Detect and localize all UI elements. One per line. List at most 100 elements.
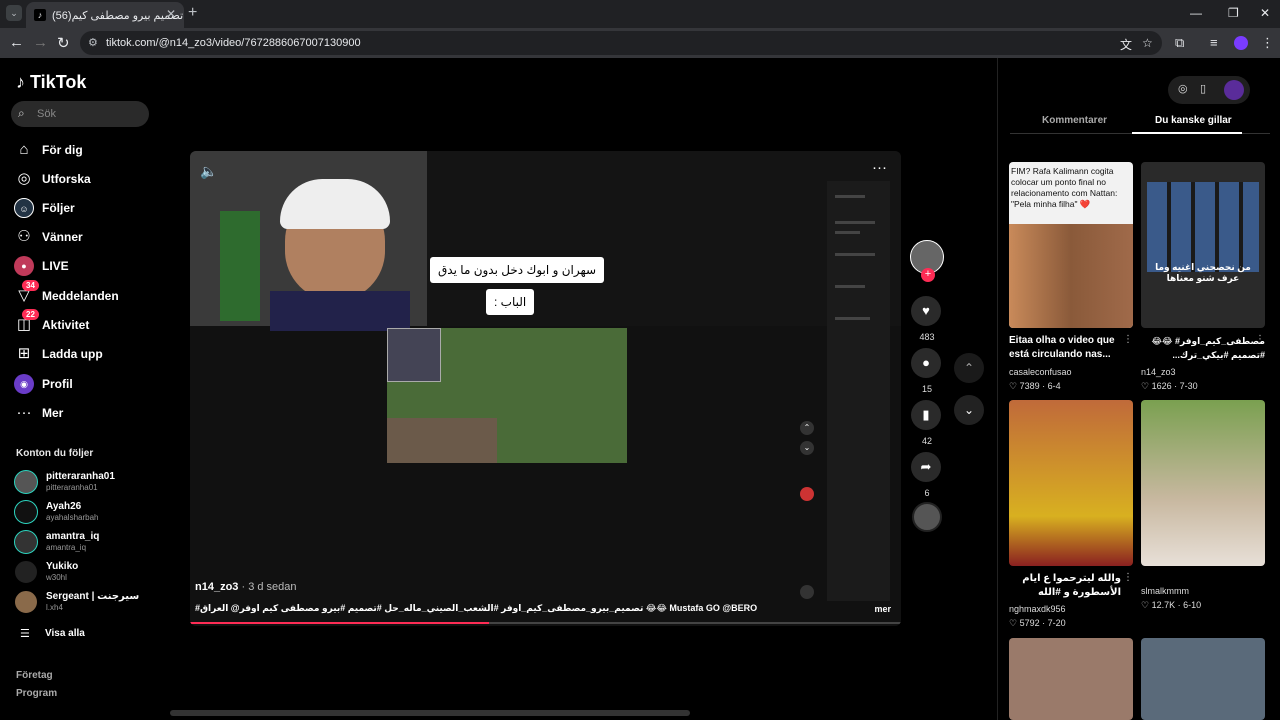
- right-panel: ◎ ▯ Kommentarer Du kanske gillar FIM? Ra…: [997, 58, 1280, 720]
- more-options-icon[interactable]: ···: [872, 159, 887, 176]
- music-disc-icon[interactable]: [912, 502, 942, 532]
- nav-profile[interactable]: ◉ Profil: [14, 372, 164, 396]
- card-user[interactable]: n14_zo3: [1141, 367, 1176, 377]
- translate-icon[interactable]: 文: [1120, 36, 1132, 53]
- nav-live[interactable]: ● LIVE: [14, 254, 164, 278]
- friends-icon: ⚇: [17, 228, 31, 245]
- description-more-button[interactable]: mer: [874, 604, 891, 614]
- account-handle: l.xh4: [46, 603, 63, 612]
- video-author[interactable]: n14_zo3 · 3 d sedan: [195, 581, 297, 593]
- chrome-menu-icon[interactable]: ⋮: [1261, 35, 1274, 51]
- nav-activity[interactable]: ◫ 22 Aktivitet: [14, 309, 164, 337]
- card-likes: 5792: [1019, 618, 1040, 628]
- previous-video-button[interactable]: ⌃: [954, 353, 984, 383]
- card-menu-icon[interactable]: ⋮: [1123, 334, 1133, 345]
- nav-following[interactable]: ☺ Följer: [14, 196, 164, 220]
- bookmark-star-icon[interactable]: ☆: [1142, 36, 1153, 50]
- nav-upload[interactable]: ⊞ Ladda upp: [14, 342, 164, 366]
- panel-line: [835, 195, 865, 198]
- like-heart-icon[interactable]: ♥: [911, 296, 941, 326]
- search-input[interactable]: ⌕ Sök: [11, 101, 149, 127]
- tab-you-may-like[interactable]: Du kanske gillar: [1155, 115, 1232, 126]
- nav-for-you[interactable]: ⌂ För dig: [14, 138, 164, 162]
- video-thumbnail: [1141, 400, 1265, 566]
- footer-program-link[interactable]: Program: [16, 688, 57, 699]
- profile-avatar[interactable]: [1234, 36, 1248, 50]
- suggested-video-card[interactable]: [1141, 638, 1265, 720]
- media-controls-icon[interactable]: ≡: [1210, 35, 1218, 50]
- followed-account[interactable]: pitteraranha01 pitteraranha01: [14, 470, 164, 496]
- stone-block: [387, 418, 497, 463]
- tab-comments[interactable]: Kommentarer: [1042, 115, 1107, 126]
- messages-badge: 34: [22, 280, 39, 291]
- panel-line: [835, 231, 860, 234]
- video-thumbnail: [1009, 638, 1133, 720]
- card-date: 6-10: [1183, 600, 1202, 610]
- see-all-button[interactable]: ☰ Visa alla: [14, 626, 164, 652]
- embedded-dot-icon: [800, 487, 814, 501]
- account-handle: amantra_iq: [46, 543, 87, 552]
- home-icon: ⌂: [19, 141, 29, 158]
- card-menu-icon[interactable]: ⋮: [1123, 572, 1133, 583]
- nav-friends[interactable]: ⚇ Vänner: [14, 225, 164, 249]
- embedded-avatar-icon: [800, 585, 814, 599]
- account-name: Ayah26: [46, 501, 82, 512]
- card-title: مصطفى_كيم_اوفر# 😂😂 #تصميم #بيكي_ترك...: [1151, 336, 1265, 360]
- address-bar[interactable]: ⚙ tiktok.com/@n14_zo3/video/767288606700…: [80, 31, 1162, 55]
- site-info-icon[interactable]: ⚙: [88, 36, 98, 49]
- video-thumbnail: [1141, 638, 1265, 720]
- right-tools: ◎ ▯: [1168, 76, 1250, 104]
- volume-icon[interactable]: 🔈: [200, 163, 217, 180]
- logo-text: TikTok: [30, 72, 87, 92]
- new-tab-button[interactable]: +: [188, 4, 197, 22]
- nav-messages[interactable]: ▽ 34 Meddelanden: [14, 280, 164, 308]
- nav-label: Vänner: [42, 230, 83, 244]
- horizontal-scrollbar[interactable]: [170, 710, 690, 716]
- card-user[interactable]: casaleconfusao: [1009, 367, 1072, 377]
- thumbnail-text: FIM? Rafa Kalimann cogita colocar um pon…: [1011, 166, 1118, 209]
- reload-icon[interactable]: ↻: [57, 34, 70, 52]
- card-menu-icon[interactable]: ⋮: [1255, 334, 1265, 345]
- panel-line: [835, 253, 875, 256]
- follow-plus-icon[interactable]: +: [921, 268, 935, 282]
- card-user[interactable]: slmalkmmm: [1141, 586, 1189, 596]
- minimize-icon[interactable]: —: [1190, 6, 1202, 20]
- nav-more[interactable]: ··· Mer: [14, 401, 164, 425]
- phone-icon[interactable]: ▯: [1200, 82, 1206, 95]
- suggested-video-card[interactable]: [1009, 638, 1133, 720]
- close-icon[interactable]: ✕: [166, 7, 176, 21]
- avatar: [14, 500, 38, 524]
- maximize-icon[interactable]: ❐: [1228, 6, 1239, 20]
- forward-icon[interactable]: →: [33, 34, 48, 51]
- tiktok-logo[interactable]: ♪ TikTok: [16, 72, 86, 93]
- next-video-button[interactable]: ⌄: [954, 395, 984, 425]
- footer-company-link[interactable]: Företag: [16, 670, 53, 681]
- followed-account[interactable]: Ayah26 ayahalsharbah: [14, 500, 164, 526]
- author-name: n14_zo3: [195, 581, 239, 593]
- inner-webcam: [387, 328, 441, 382]
- followed-account[interactable]: amantra_iq amantra_iq: [14, 530, 164, 556]
- video-player[interactable]: 🔈 ··· سهران و ابوك دخل بدون ما يدق الباب…: [190, 151, 901, 626]
- explore-icon[interactable]: ◎: [1178, 82, 1188, 95]
- caption-line-2: الباب :: [486, 289, 535, 315]
- list-icon: ☰: [20, 628, 30, 640]
- extensions-icon[interactable]: ⧉: [1175, 35, 1184, 51]
- user-avatar[interactable]: [1224, 80, 1244, 100]
- search-placeholder: Sök: [37, 108, 56, 120]
- followed-account[interactable]: Sergeant | سيرجنت l.xh4: [14, 590, 164, 616]
- nav-explore[interactable]: ◎ Utforska: [14, 167, 164, 191]
- followed-account[interactable]: Yukiko w30hl: [14, 560, 164, 586]
- comment-icon[interactable]: ●: [911, 348, 941, 378]
- card-user[interactable]: nghmaxdk956: [1009, 604, 1066, 614]
- browser-tab-active[interactable]: ♪ (56)تصميم بيرو مصطفى كيم... ✕: [26, 2, 184, 28]
- bookmark-icon[interactable]: ▮: [911, 400, 941, 430]
- window-close-icon[interactable]: ✕: [1260, 6, 1270, 20]
- card-date: 7-30: [1179, 381, 1198, 391]
- activity-badge: 22: [22, 309, 39, 320]
- tab-search-button[interactable]: ⌄: [6, 5, 22, 21]
- thumbnail-text: من نحصحني اغنيه وما عرف شنو معناها: [1155, 262, 1251, 283]
- video-progress-bar[interactable]: [190, 622, 901, 624]
- share-icon[interactable]: ➦: [911, 452, 941, 482]
- compass-icon: ◎: [17, 170, 31, 187]
- back-icon[interactable]: ←: [9, 34, 24, 51]
